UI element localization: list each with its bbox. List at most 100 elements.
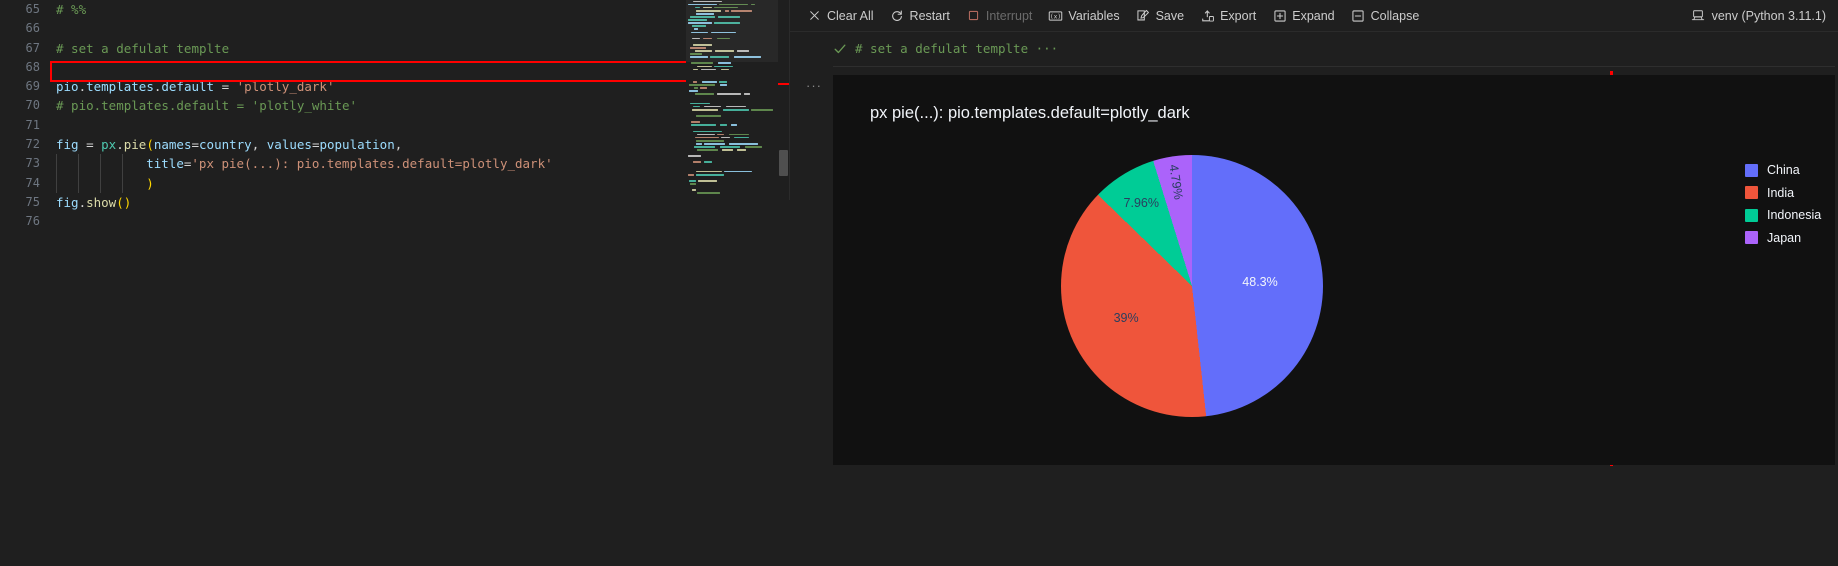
- line-number: 68: [25, 59, 40, 74]
- legend-item[interactable]: Japan: [1745, 231, 1821, 245]
- minimap-token: [724, 170, 752, 173]
- minimap-token: [691, 124, 716, 127]
- restart-label: Restart: [909, 8, 950, 23]
- minimap-token: [689, 90, 698, 92]
- kernel-selector[interactable]: venv (Python 3.11.1): [1691, 8, 1826, 23]
- cell-divider: [833, 66, 1835, 67]
- legend-swatch: [1745, 231, 1758, 244]
- minimap-viewport-slider[interactable]: [686, 0, 778, 62]
- clear-all-label: Clear All: [827, 8, 874, 23]
- minimap-token: [696, 139, 724, 142]
- plot-output: px pie(...): pio.templates.default=plotl…: [833, 75, 1835, 465]
- export-button[interactable]: Export: [1193, 5, 1263, 27]
- cell-overflow-dots[interactable]: ···: [806, 78, 822, 93]
- legend-swatch: [1745, 186, 1758, 199]
- code-line[interactable]: 76: [0, 212, 810, 231]
- minimap-token: [751, 108, 773, 111]
- cell-header[interactable]: # set a defulat templte ···: [833, 41, 1058, 56]
- minimap-token: [702, 81, 717, 83]
- code-text: # set a defulat templte: [56, 40, 230, 56]
- code-text: # %%: [56, 2, 87, 17]
- minimap-token: [690, 183, 696, 185]
- expand-button[interactable]: Expand: [1265, 5, 1341, 27]
- export-label: Export: [1220, 8, 1257, 23]
- minimap-token: [731, 124, 737, 127]
- legend-label: China: [1767, 163, 1800, 177]
- minimap-token: [693, 161, 701, 164]
- legend-label: Japan: [1767, 230, 1802, 245]
- line-number: 65: [25, 2, 40, 16]
- minimap-token: [688, 173, 694, 176]
- minimap-token: [720, 124, 727, 127]
- stop-square-icon: [966, 8, 981, 23]
- minimap-token: [745, 146, 762, 148]
- minimap-token: [729, 142, 758, 145]
- legend-label: Indonesia: [1767, 208, 1822, 222]
- legend-swatch: [1745, 208, 1758, 222]
- minimap-token: [693, 68, 698, 71]
- indent-guide: [100, 173, 101, 193]
- legend-item[interactable]: India: [1745, 186, 1821, 200]
- minimap-token: [726, 105, 746, 108]
- line-number: 69: [25, 79, 40, 94]
- code-text: # pio.templates.default = 'plotly_white': [56, 98, 358, 114]
- minimap-token: [714, 65, 733, 68]
- save-icon: [1136, 8, 1151, 23]
- variables-button[interactable]: (x) Variables: [1041, 5, 1126, 27]
- minimap-token: [722, 149, 733, 151]
- line-number: 71: [25, 117, 40, 132]
- code-text: fig.show(): [56, 194, 132, 210]
- minimap-token: [720, 146, 740, 148]
- indent-guide: [56, 173, 57, 193]
- collapse-button[interactable]: Collapse: [1344, 5, 1427, 27]
- close-icon: [807, 8, 822, 23]
- collapse-icon: [1351, 8, 1366, 23]
- minimap-token: [691, 121, 700, 123]
- chart-legend[interactable]: China India Indonesia Japan: [1745, 163, 1821, 245]
- minimap-token: [690, 102, 710, 105]
- minimap-row: [686, 192, 778, 195]
- minimap-token: [744, 93, 750, 96]
- legend-item[interactable]: China: [1745, 163, 1821, 177]
- minimap-token: [697, 133, 715, 136]
- indent-guide: [78, 154, 79, 174]
- legend-item[interactable]: Indonesia: [1745, 208, 1821, 222]
- save-label: Save: [1155, 8, 1185, 23]
- pie-label-china: 48.3%: [1242, 275, 1278, 290]
- minimap-token: [718, 62, 731, 65]
- minimap-token: [691, 62, 713, 65]
- minimap-token: [717, 93, 741, 96]
- restart-icon: [890, 8, 905, 23]
- minimap-token: [693, 105, 700, 108]
- code-text: title='px pie(...): pio.templates.defaul…: [146, 156, 553, 172]
- minimap-token: [704, 105, 721, 108]
- minimap-token: [696, 173, 724, 176]
- code-text: ): [146, 175, 154, 191]
- minimap-token: [695, 93, 714, 96]
- minimap-token: [719, 81, 727, 83]
- minimap-token: [701, 68, 716, 71]
- clear-all-button[interactable]: Clear All: [800, 5, 881, 27]
- minimap-token: [693, 130, 722, 133]
- interrupt-button[interactable]: Interrupt: [959, 5, 1040, 27]
- interrupt-label: Interrupt: [985, 8, 1033, 23]
- restart-button[interactable]: Restart: [883, 5, 957, 27]
- minimap-token: [689, 84, 715, 86]
- minimap-token: [723, 108, 749, 111]
- line-number: 73: [25, 156, 40, 171]
- chart-title: px pie(...): pio.templates.default=plotl…: [870, 104, 1190, 122]
- minimap-token: [692, 189, 696, 191]
- legend-label: India: [1767, 185, 1795, 200]
- save-button[interactable]: Save: [1129, 5, 1192, 27]
- kernel-icon: [1691, 8, 1706, 23]
- indent-guide: [122, 154, 123, 174]
- interactive-window-toolbar: Clear All Restart Interrupt (x) Variable…: [790, 0, 1838, 32]
- indent-guide: [56, 154, 57, 174]
- interactive-window-screenshot: 65 # %% 66 67 # set a defulat templte 68 69 pio…: [0, 0, 1838, 566]
- minimap-token: [697, 149, 718, 151]
- indent-guide: [122, 173, 123, 193]
- editor-scrollbar-thumb[interactable]: [779, 150, 788, 176]
- minimap-token: [694, 146, 715, 148]
- kernel-label: venv (Python 3.11.1): [1711, 8, 1826, 23]
- indent-guide: [78, 173, 79, 193]
